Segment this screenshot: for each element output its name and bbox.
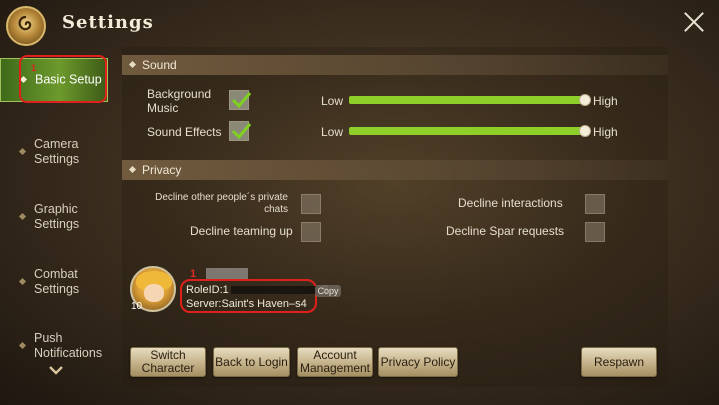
decline-private-chats-checkbox[interactable] <box>301 194 321 214</box>
diamond-icon <box>128 60 137 69</box>
page-title: Settings <box>62 12 154 33</box>
privacy-policy-button[interactable]: Privacy Policy <box>378 347 458 377</box>
decline-private-chats-label: Decline other people´s private chats <box>155 192 288 215</box>
account-management-button[interactable]: Account Management <box>297 347 373 377</box>
redacted-bar <box>230 286 321 295</box>
level-badge: 10 <box>131 301 143 312</box>
slider-high-label: High <box>593 94 618 108</box>
sidebar-item-camera-settings[interactable]: Camera Settings <box>0 130 108 174</box>
server-text: Server:Saint's Haven–s4 <box>186 298 307 310</box>
diamond-icon <box>128 165 137 174</box>
sidebar-item-label: Graphic Settings <box>34 202 80 231</box>
back-to-login-button[interactable]: Back to Login <box>213 347 290 377</box>
decline-interactions-label: Decline interactions <box>458 196 563 210</box>
slider-low-label: Low <box>321 94 344 108</box>
slider-low-label: Low <box>321 125 344 139</box>
role-id-text: RoleID:15 <box>186 284 329 296</box>
decline-spar-checkbox[interactable] <box>585 222 605 242</box>
game-logo-icon <box>6 6 46 46</box>
decline-spar-label: Decline Spar requests <box>446 224 565 238</box>
background-music-slider[interactable] <box>349 96 587 104</box>
diamond-icon <box>18 277 27 286</box>
sidebar-item-label: Combat Settings <box>34 267 80 296</box>
respawn-button[interactable]: Respawn <box>581 347 657 377</box>
sound-effects-checkbox[interactable] <box>229 121 252 141</box>
sound-effects-slider[interactable] <box>349 127 587 135</box>
sidebar-item-label: Camera Settings <box>34 137 80 166</box>
switch-character-button[interactable]: Switch Character <box>130 347 206 377</box>
chevron-down-icon[interactable] <box>48 363 64 379</box>
slider-handle[interactable] <box>579 94 591 106</box>
section-header-sound: Sound <box>122 55 668 75</box>
sidebar-item-graphic-settings[interactable]: Graphic Settings <box>0 195 108 239</box>
slider-high-label: High <box>593 125 618 139</box>
sidebar-item-label: Push Notifications <box>34 331 103 360</box>
sound-effects-label: Sound Effects <box>147 125 222 139</box>
diamond-icon <box>18 341 27 350</box>
annotation-mark: 1 <box>31 63 37 73</box>
decline-teaming-checkbox[interactable] <box>301 222 321 242</box>
sidebar-item-push-notifications[interactable]: Push Notifications <box>0 324 108 368</box>
copy-button[interactable]: Copy <box>315 285 341 297</box>
close-icon[interactable] <box>681 9 707 35</box>
background-music-checkbox[interactable] <box>229 90 252 110</box>
decline-teaming-label: Decline teaming up <box>190 224 293 238</box>
background-music-label: Background Music <box>147 87 212 115</box>
section-header-privacy: Privacy <box>122 160 668 180</box>
diamond-icon <box>18 212 27 221</box>
diamond-icon <box>18 147 27 156</box>
slider-handle[interactable] <box>579 125 591 137</box>
decline-interactions-checkbox[interactable] <box>585 194 605 214</box>
section-title: Privacy <box>142 163 182 177</box>
section-title: Sound <box>142 58 177 72</box>
sidebar-item-combat-settings[interactable]: Combat Settings <box>0 260 108 304</box>
